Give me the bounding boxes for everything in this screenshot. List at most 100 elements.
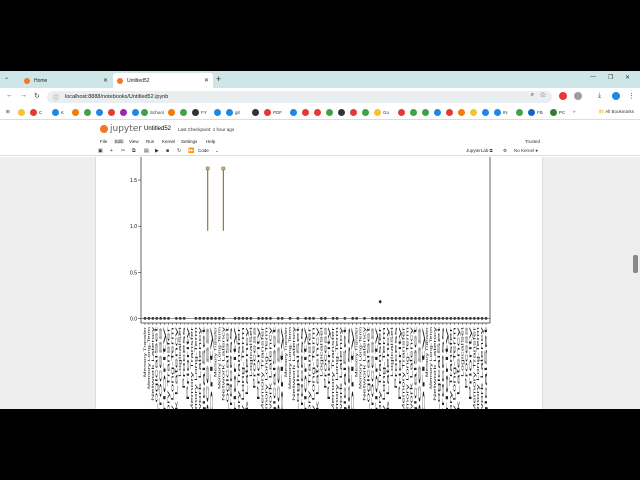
bookmark-item[interactable] [302,109,311,116]
close-icon[interactable]: ✕ [103,77,108,84]
bookmark-item[interactable] [470,109,479,116]
zoom-icon[interactable]: ⌕ [531,92,534,99]
minimize-icon[interactable]: — [590,74,596,80]
download-icon[interactable]: ⤓ [598,92,601,100]
menu-edit[interactable]: Edit [114,139,124,144]
save-icon[interactable]: ▣ [98,148,103,154]
bookmark-item[interactable] [168,109,177,116]
forward-icon[interactable]: → [20,92,27,99]
new-tab-button[interactable]: + [216,74,221,84]
bookmark-item[interactable]: C [30,109,42,116]
jupyter-header: jupyter Untitled52 Last Checkpoint: 1 ho… [0,120,640,138]
bookmark-item[interactable] [96,109,105,116]
extensions-puzzle-icon[interactable] [574,92,582,100]
bookmark-item[interactable] [252,109,261,116]
close-window-icon[interactable]: ✕ [625,74,630,81]
bookmark-item[interactable] [482,109,491,116]
bookmark-item[interactable]: School [141,109,164,116]
bookmark-item[interactable] [446,109,455,116]
x-category-label: LogicalSet [484,326,488,409]
restore-icon[interactable]: ❐ [608,74,613,81]
restart-icon[interactable]: ↻ [177,148,181,154]
cut-icon[interactable]: ✂ [121,148,125,154]
run-icon[interactable]: ▶ [155,148,159,154]
extension-icon[interactable] [559,92,567,100]
bookmark-item[interactable]: FB [528,109,543,116]
y-tick-label: 0.5 [130,270,137,276]
menu-file[interactable]: File [100,139,107,144]
bookmark-item[interactable]: PDF [264,109,282,116]
box-cap [205,166,210,171]
stop-icon[interactable]: ■ [166,148,169,154]
bookmark-item[interactable] [398,109,407,116]
menu-kernel[interactable]: Kernel [162,139,175,144]
y-tick-label: 1.0 [130,224,137,230]
bookmark-item[interactable]: K [52,109,64,116]
bookmark-item[interactable] [326,109,335,116]
trusted-indicator[interactable]: Trusted [525,139,540,144]
bookmark-item[interactable] [214,109,223,116]
menu-settings[interactable]: Settings [181,139,197,144]
tab-home[interactable]: Home ✕ [20,73,112,88]
paste-icon[interactable]: ▤ [144,148,149,154]
tab-label: Home [34,77,48,84]
browser-window: ⌄ Home ✕ Untitled52 ✕ + — ❐ ✕ ← → ↻ ⓘ lo… [0,71,640,409]
all-bookmarks-button[interactable]: 📁 All Bookmarks [599,109,634,115]
jupyter-favicon-icon [24,77,30,84]
back-icon[interactable]: ← [6,92,13,99]
kernel-status[interactable]: No Kernel ● [514,148,538,153]
tab-search-icon[interactable]: ⌄ [4,74,9,81]
bookmark-item[interactable] [350,109,359,116]
add-cell-icon[interactable]: + [110,148,113,154]
jupyterlab-link[interactable]: JupyterLab ⧉ [466,148,493,153]
bookmark-item[interactable] [72,109,81,116]
outlier-diamond [378,299,382,304]
bookmark-item[interactable] [410,109,419,116]
profile-avatar[interactable] [612,92,620,100]
bookmark-item[interactable] [18,109,27,116]
reload-icon[interactable]: ↻ [34,92,40,100]
bookmark-item[interactable] [108,109,117,116]
bookmark-item[interactable]: Go [374,109,389,116]
bookmark-item[interactable]: IN [494,109,508,116]
bookmark-item[interactable] [84,109,93,116]
jupyter-logo[interactable]: jupyter [100,124,142,134]
bookmark-item[interactable]: FY [192,109,207,116]
jupyter-logo-icon [100,124,108,133]
menu-view[interactable]: View [129,139,139,144]
menu-run[interactable]: Run [146,139,154,144]
close-icon[interactable]: ✕ [204,77,209,84]
cell-type-select[interactable]: Code ⌄ [198,148,219,154]
notebook-toolbar: ▣ + ✂ ⧉ ▤ ▶ ■ ↻ ⏩ Code ⌄ JupyterLab ⧉ ⚙ … [0,147,640,156]
navigation-bar: ← → ↻ ⓘ localhost:8888/notebooks/Untitle… [0,88,640,106]
apps-grid-icon[interactable]: ⊞ [6,109,10,115]
copy-icon[interactable]: ⧉ [132,148,136,154]
site-info-icon[interactable]: ⓘ [53,93,59,102]
bookmark-item[interactable] [434,109,443,116]
bookmark-star-icon[interactable]: ☆ [540,91,546,99]
bookmark-item[interactable]: PC [550,109,565,116]
bookmark-item[interactable] [422,109,431,116]
menu-help[interactable]: Help [206,139,215,144]
jupyter-menu-bar: File Edit View Run Kernel Settings Help … [0,138,640,147]
bookmark-item[interactable] [120,109,129,116]
bookmark-item[interactable] [314,109,323,116]
settings-gear-icon[interactable]: ⚙ [503,148,507,154]
bookmark-item[interactable]: git [226,109,240,116]
more-bookmarks-icon[interactable]: » [573,109,576,114]
notebook-title[interactable]: Untitled52 [144,126,171,132]
chrome-menu-icon[interactable]: ⋮ [628,92,635,100]
bookmark-item[interactable] [132,109,141,116]
tab-untitled52[interactable]: Untitled52 ✕ [113,73,213,88]
bookmark-item[interactable] [290,109,299,116]
address-bar[interactable]: ⓘ localhost:8888/notebooks/Untitled52.ip… [47,91,552,103]
checkpoint-status: Last Checkpoint: 1 hour ago [178,127,235,132]
bookmark-item[interactable] [362,109,371,116]
bookmark-item[interactable] [458,109,467,116]
bookmark-item[interactable] [338,109,347,116]
bookmark-item[interactable] [516,109,525,116]
scrollbar-thumb[interactable] [633,255,638,273]
boxplot-chart: 1.51.00.50.0Memory Transfer Memory Long-T… [130,157,491,409]
bookmark-item[interactable] [180,109,189,116]
fast-forward-icon[interactable]: ⏩ [188,148,194,154]
